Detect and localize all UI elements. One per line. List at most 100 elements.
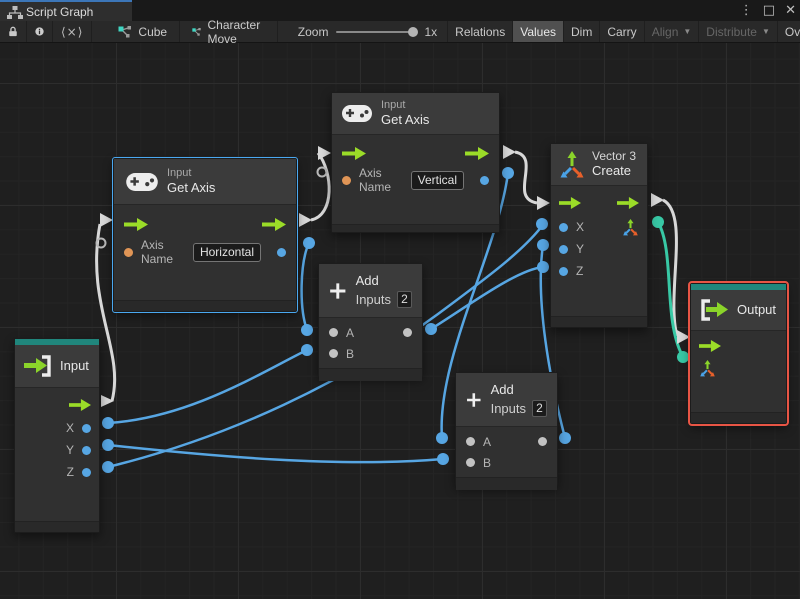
wire-horizontal-to-add1-a[interactable] (300, 242, 311, 331)
zoom-control: Zoom 1x (288, 21, 447, 42)
port-label: Z (66, 465, 74, 479)
input-unit-icon (24, 355, 51, 377)
graph-toolbar: ⟨×⟩ Cube Character Move Zoom 1x Relation… (0, 18, 800, 46)
zoom-slider-thumb[interactable] (408, 26, 419, 37)
flow-arrowhead-icon (503, 145, 516, 159)
flow-in-arrow-icon[interactable] (559, 197, 581, 209)
port-z-out[interactable] (82, 467, 91, 477)
node-vector3-create[interactable]: Vector 3 Create X Y Z (550, 143, 648, 328)
flow-arrowhead-icon (299, 213, 312, 227)
toggle-values[interactable]: Values (512, 21, 564, 42)
node-header[interactable]: Add Inputs 2 (456, 373, 557, 427)
port-bubble (537, 239, 549, 251)
axis-name-port[interactable] (124, 247, 133, 257)
inputs-label: Inputs (490, 401, 526, 416)
node-graph-input[interactable]: Input X Y Z (14, 338, 100, 533)
script-graph-icon (192, 27, 201, 36)
wire-flow-vector3-to-output[interactable] (662, 198, 679, 337)
port-z[interactable] (559, 266, 568, 276)
value-out-port[interactable] (277, 247, 286, 257)
port-label: B (483, 455, 492, 470)
node-title: Create (592, 163, 632, 178)
port-b[interactable] (329, 349, 338, 358)
toolbar-toggles: Relations Values Dim Carry Align ▼ Distri… (447, 21, 800, 42)
gamepad-icon (342, 105, 372, 122)
node-get-axis-vertical[interactable]: Input Get Axis Axis Name Vertical (331, 92, 500, 233)
node-title: Add (355, 273, 379, 288)
node-header[interactable]: Vector 3 Create (551, 144, 647, 186)
sum-out-port[interactable] (538, 437, 547, 446)
flow-arrowhead-icon (651, 193, 664, 207)
flow-out-arrow-icon[interactable] (617, 197, 639, 209)
value-out-port[interactable] (480, 175, 489, 185)
axis-name-port[interactable] (342, 175, 351, 185)
flow-out-arrow-icon[interactable] (262, 217, 286, 231)
tab-title: Script Graph (26, 4, 94, 19)
lock-button[interactable] (0, 21, 27, 42)
port-b[interactable] (466, 458, 475, 467)
port-x-out[interactable] (82, 423, 91, 433)
node-title: Get Axis (167, 180, 216, 195)
gamepad-icon (126, 172, 158, 191)
node-category: Input (167, 167, 192, 179)
node-add-2[interactable]: Add Inputs 2 A B (455, 372, 558, 490)
graph-canvas[interactable]: Input Get Axis Axis Name Vertical Input … (0, 43, 800, 599)
wire-flow-horizontal-to-vertical[interactable] (310, 152, 331, 222)
port-label: A (483, 434, 492, 449)
flow-out-arrow-icon[interactable] (465, 146, 489, 160)
node-add-1[interactable]: Add Inputs 2 A B (318, 263, 423, 381)
breadcrumb-character-move[interactable]: Character Move (180, 18, 278, 46)
port-bubble (437, 453, 449, 465)
port-bubble (301, 344, 313, 356)
lock-icon (9, 26, 17, 37)
graph-hierarchy-icon (7, 6, 23, 19)
maximize-icon[interactable]: □ (763, 0, 775, 21)
zoom-slider[interactable] (336, 26, 419, 37)
inputs-count-field[interactable]: 2 (532, 400, 547, 417)
port-label: B (346, 346, 355, 361)
vector3-in-port-icon[interactable] (699, 359, 716, 377)
inputs-count-field[interactable]: 2 (397, 291, 412, 308)
code-view-button[interactable]: ⟨×⟩ (53, 21, 93, 42)
breadcrumb-cube[interactable]: Cube (106, 21, 181, 42)
flow-out-arrow-icon[interactable] (69, 398, 91, 411)
port-y[interactable] (559, 244, 568, 254)
axis-name-field[interactable]: Horizontal (192, 242, 261, 262)
node-get-axis-horizontal[interactable]: Input Get Axis Axis Name Horizontal (112, 157, 298, 313)
flow-in-arrow-icon[interactable] (699, 340, 721, 352)
wire-inputx-to-add1-b[interactable] (107, 348, 308, 425)
axis-name-field[interactable]: Vertical (410, 170, 464, 190)
toggle-carry[interactable]: Carry (599, 21, 643, 42)
port-y-out[interactable] (82, 445, 91, 455)
vector3-out-port-icon[interactable] (622, 218, 639, 236)
toggle-dim[interactable]: Dim (563, 21, 599, 42)
info-button[interactable] (27, 21, 53, 42)
dropdown-align[interactable]: Align ▼ (643, 21, 699, 42)
node-graph-output[interactable]: Output (688, 281, 789, 426)
toggle-overview[interactable]: Overv (776, 21, 800, 42)
node-header[interactable]: Input Get Axis (114, 159, 296, 205)
node-header[interactable]: Add Inputs 2 (319, 264, 422, 318)
window-menu-icon[interactable]: ⋮ (740, 0, 753, 21)
port-x[interactable] (559, 222, 568, 232)
close-icon[interactable]: ✕ (785, 0, 796, 21)
wire-flow-vertical-to-vector3[interactable] (514, 150, 538, 205)
port-bubble (102, 461, 114, 473)
port-label: Y (576, 242, 585, 256)
toggle-relations[interactable]: Relations (447, 21, 512, 42)
flow-in-arrow-icon[interactable] (124, 217, 148, 231)
node-title: Input (60, 358, 89, 373)
node-header[interactable]: Input Get Axis (332, 93, 499, 135)
tab-script-graph[interactable]: Script Graph (0, 0, 132, 21)
node-header[interactable]: Output (691, 290, 786, 331)
port-a[interactable] (466, 437, 475, 446)
flow-in-arrow-icon[interactable] (342, 146, 366, 160)
port-a[interactable] (329, 328, 338, 337)
sum-out-port[interactable] (403, 328, 412, 337)
port-bubble (425, 323, 437, 335)
port-label: Y (65, 443, 74, 457)
flow-arrowhead-icon (677, 330, 690, 344)
node-header[interactable]: Input (15, 345, 99, 388)
dropdown-distribute[interactable]: Distribute ▼ (698, 21, 777, 42)
zoom-label: Zoom (297, 24, 329, 39)
